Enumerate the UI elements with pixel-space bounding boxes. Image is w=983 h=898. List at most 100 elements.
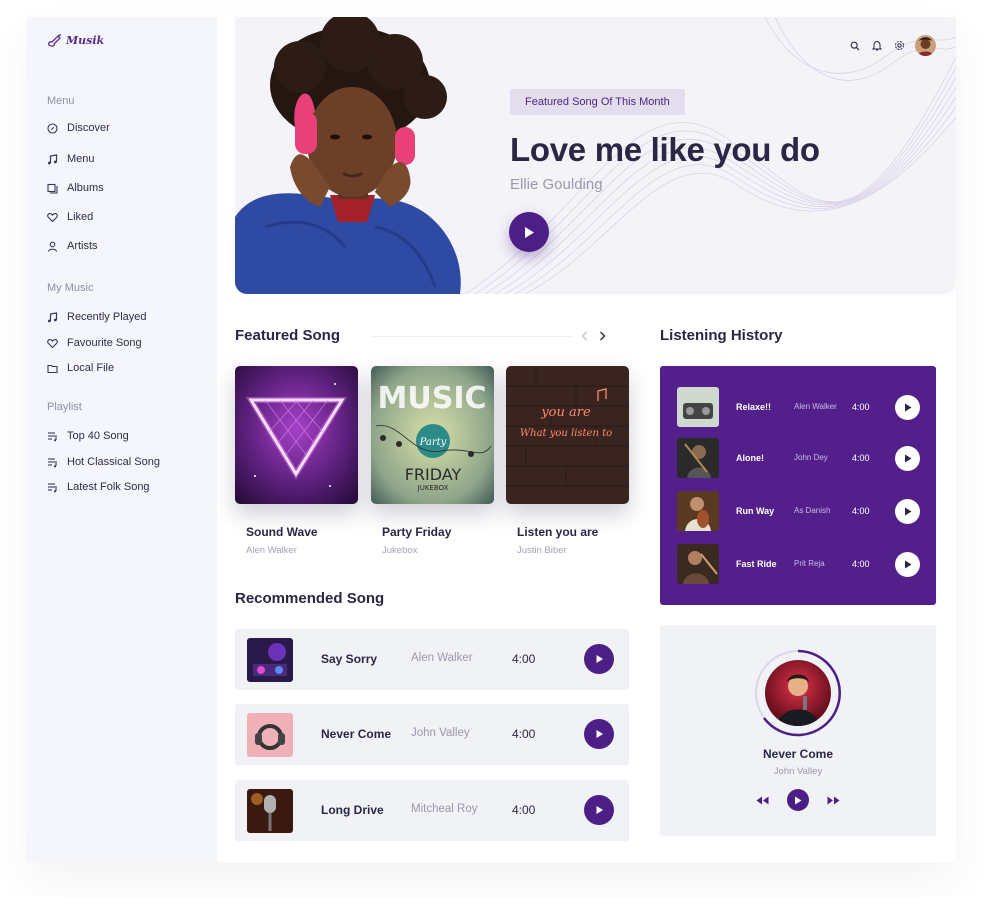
song-duration: 4:00 [852,506,870,516]
play-icon [904,454,911,463]
play-button[interactable] [895,446,920,471]
song-thumbnail [677,544,719,584]
card-artist: Justin Biber [517,545,567,556]
sidebar-item-label: Local File [67,362,115,374]
song-duration: 4:00 [852,559,870,569]
hero-play-button[interactable] [509,212,549,252]
recommended-row[interactable]: Say Sorry Alen Walker 4:00 [235,629,629,690]
sidebar-item-albums[interactable]: Albums [47,181,110,195]
user-avatar[interactable] [915,35,936,56]
song-thumbnail [677,387,719,427]
cover-text: FRIDAY [405,465,462,484]
my-music-section: My Music Recently Played Favourite Song … [47,282,147,375]
fast-forward-icon[interactable] [827,796,840,805]
gear-icon[interactable] [893,40,905,52]
play-button[interactable] [787,789,809,811]
compass-icon [47,122,58,134]
history-row[interactable]: Run Way As Danish 4:00 [677,491,927,531]
play-button[interactable] [584,719,614,749]
song-artist: Alen Walker [411,652,473,664]
sidebar-item-local-file[interactable]: Local File [47,361,147,375]
chevron-right-icon[interactable] [597,330,607,342]
album-cover: you are What you listen to [506,366,629,504]
sidebar-item-menu[interactable]: Menu [47,152,110,166]
guitar-icon [48,34,62,47]
play-icon [904,403,911,412]
menu-section: Menu Discover Menu Albums Liked Artists [47,95,110,253]
hero-song-title: Love me like you do [510,131,820,168]
logo-text: Musik [66,34,105,47]
song-thumbnail [677,491,719,531]
play-button[interactable] [895,499,920,524]
music-note-icon [47,311,58,323]
card-artist: Alen Walker [246,545,297,556]
divider [372,336,572,337]
featured-month-badge: Featured Song Of This Month [510,89,685,115]
now-playing-panel: Never Come John Valley [660,625,936,836]
playlist-icon [47,457,58,468]
album-cover: MUSIC Party FRIDAY JUKEBOX [371,366,494,504]
play-icon [525,226,534,238]
recommended-row[interactable]: Long Drive Mitcheal Roy 4:00 [235,780,629,841]
featured-song-title: Featured Song [235,327,341,344]
app-window: Musik Menu Discover Menu Albums Liked Ar… [27,17,956,862]
user-icon [47,241,58,252]
play-button[interactable] [895,552,920,577]
chevron-left-icon[interactable] [579,330,589,342]
play-button[interactable] [584,644,614,674]
song-duration: 4:00 [852,453,870,463]
song-artist: Alen Walker [794,402,837,411]
recommended-song-title: Recommended Song [235,590,385,607]
cover-text: Party [419,437,447,448]
albums-icon [47,183,58,194]
playlist-heading: Playlist [47,401,82,413]
folder-icon [47,363,58,374]
song-thumbnail [247,789,293,833]
listening-history-panel: Relaxe!! Alen Walker 4:00 Alone! John De… [660,366,936,605]
now-playing-artwork [765,660,831,726]
playlist-icon [47,482,58,493]
heart-icon [47,212,58,223]
song-thumbnail [677,438,719,478]
sidebar-item-discover[interactable]: Discover [47,121,110,135]
song-title: Alone! [736,453,764,463]
logo[interactable]: Musik [47,34,104,47]
sidebar-item-latest-folk-song[interactable]: Latest Folk Song [47,480,160,494]
playlist-section: Playlist Top 40 Song Hot Classical Song … [47,401,160,494]
play-button[interactable] [895,395,920,420]
play-button[interactable] [584,795,614,825]
history-row[interactable]: Fast Ride Prit Reja 4:00 [677,544,927,584]
song-title: Relaxe!! [736,402,772,412]
sidebar: Musik Menu Discover Menu Albums Liked Ar… [27,17,217,862]
song-title: Never Come [321,727,392,741]
sidebar-item-liked[interactable]: Liked [47,210,110,224]
sidebar-item-top-40-song[interactable]: Top 40 Song [47,429,160,443]
sidebar-item-recently-played[interactable]: Recently Played [47,310,147,324]
play-icon [596,806,603,814]
sidebar-item-label: Top 40 Song [67,430,129,442]
now-playing-artist: John Valley [773,766,823,777]
cover-text: MUSIC [378,381,487,416]
featured-card[interactable]: MUSIC Party FRIDAY JUKEBOX Party Friday … [371,366,494,556]
song-duration: 4:00 [512,727,536,741]
song-thumbnail [247,713,293,757]
featured-card[interactable]: you are What you listen to Listen you ar… [506,366,629,556]
play-icon [904,560,911,569]
sidebar-item-hot-classical-song[interactable]: Hot Classical Song [47,455,160,469]
rewind-icon[interactable] [756,796,769,805]
featured-card[interactable]: Sound Wave Alen Walker [235,366,358,556]
song-title: Run Way [736,506,775,516]
sidebar-item-artists[interactable]: Artists [47,239,110,253]
recommended-row[interactable]: Never Come John Valley 4:00 [235,704,629,765]
history-row[interactable]: Alone! John Dey 4:00 [677,438,927,478]
cover-text: What you listen to [520,428,612,439]
history-row[interactable]: Relaxe!! Alen Walker 4:00 [677,387,927,427]
song-artist: John Dey [794,453,828,462]
sidebar-item-favourite-song[interactable]: Favourite Song [47,336,147,350]
bell-icon[interactable] [871,40,883,52]
song-title: Say Sorry [321,652,378,666]
my-music-heading: My Music [47,282,94,294]
search-icon[interactable] [849,40,861,52]
card-artist: Jukebox [382,545,418,556]
play-icon [596,655,603,663]
